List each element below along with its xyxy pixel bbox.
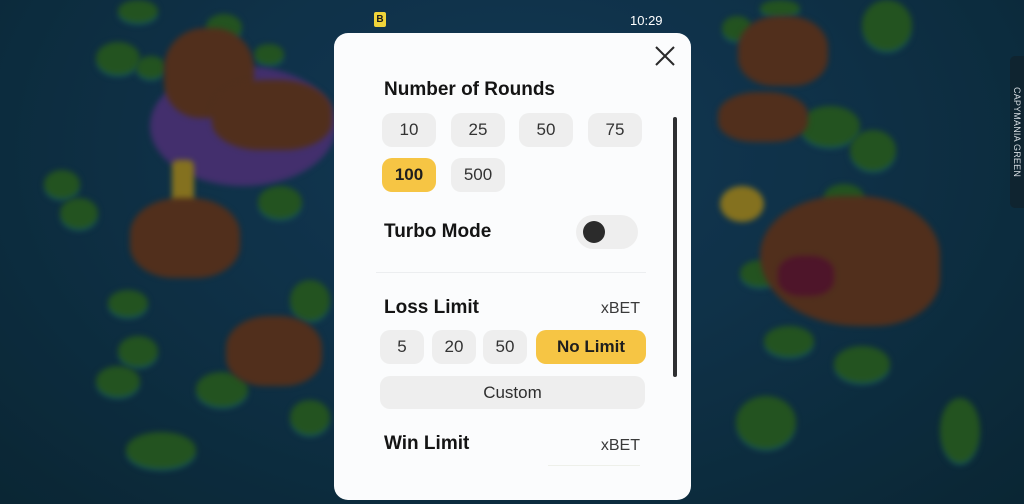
close-icon xyxy=(655,46,675,66)
win-limit-unit: xBET xyxy=(600,437,640,454)
rounds-option-500[interactable]: 500 xyxy=(451,158,505,192)
loss-limit-option-20[interactable]: 20 xyxy=(432,330,476,364)
rounds-option-75[interactable]: 75 xyxy=(588,113,642,147)
app-badge-icon: B xyxy=(374,12,386,27)
rounds-option-50[interactable]: 50 xyxy=(519,113,573,147)
loss-limit-option-5[interactable]: 5 xyxy=(380,330,424,364)
win-limit-option-edge xyxy=(548,465,640,466)
loss-limit-unit: xBET xyxy=(600,300,640,317)
rounds-option-10[interactable]: 10 xyxy=(382,113,436,147)
rounds-option-100[interactable]: 100 xyxy=(382,158,436,192)
close-button[interactable] xyxy=(652,43,678,69)
loss-limit-custom-button[interactable]: Custom xyxy=(380,376,645,409)
toggle-knob xyxy=(583,221,605,243)
turbo-mode-label: Turbo Mode xyxy=(384,221,492,242)
side-tab-label: CAPYMANIA GREEN xyxy=(1012,86,1022,178)
turbo-mode-toggle[interactable] xyxy=(576,215,638,249)
scrollbar[interactable] xyxy=(673,117,677,377)
section-divider xyxy=(376,272,646,273)
win-limit-title: Win Limit xyxy=(384,433,470,454)
number-of-rounds-title: Number of Rounds xyxy=(384,79,555,100)
status-time: 10:29 xyxy=(630,13,663,28)
game-title-side-tab[interactable]: CAPYMANIA GREEN xyxy=(1010,56,1024,208)
loss-limit-option-50[interactable]: 50 xyxy=(483,330,527,364)
loss-limit-title: Loss Limit xyxy=(384,297,480,318)
loss-limit-option-no-limit[interactable]: No Limit xyxy=(536,330,646,364)
autoplay-settings-modal: Number of Rounds 10 25 50 75 100 500 Tur… xyxy=(334,33,691,500)
rounds-option-25[interactable]: 25 xyxy=(451,113,505,147)
